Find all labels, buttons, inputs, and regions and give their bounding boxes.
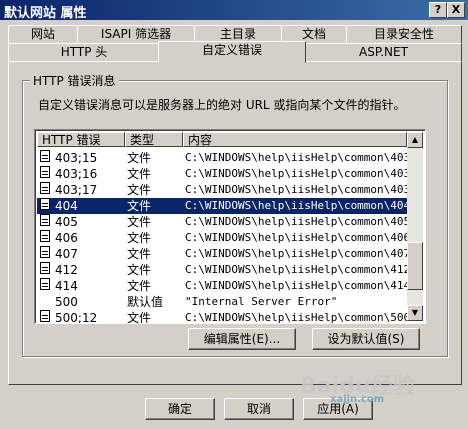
column-http-error[interactable]: HTTP 错误 <box>37 132 125 147</box>
cell-type: 文件 <box>127 167 152 181</box>
table-row[interactable]: 414 文件 C:\WINDOWS\help\iisHelp\common\414.… <box>37 278 407 294</box>
cell-content: C:\WINDOWS\help\iisHelp\common\405.ht <box>185 215 407 228</box>
cell-code: 405 <box>55 215 78 229</box>
cell-content: C:\WINDOWS\help\iisHelp\common\500-.. <box>185 311 407 324</box>
set-default-button[interactable]: 设为默认值(S) <box>312 328 420 350</box>
cell-type: 文件 <box>127 151 152 165</box>
document-icon <box>40 262 50 274</box>
scroll-thumb[interactable] <box>407 242 423 290</box>
cell-code: 403;16 <box>55 167 98 181</box>
title-bar: 默认网站 属性 ? X <box>0 0 468 21</box>
table-row[interactable]: 406 文件 C:\WINDOWS\help\iisHelp\common\406.… <box>37 230 407 246</box>
cell-code: 414 <box>55 279 78 293</box>
tab-directory-security[interactable]: 目录安全性 <box>346 25 462 45</box>
cell-type: 文件 <box>127 311 152 324</box>
cell-content: C:\WINDOWS\help\iisHelp\common\412.ht <box>185 263 407 276</box>
cell-content: C:\WINDOWS\help\iisHelp\common\403-.. <box>185 183 407 196</box>
scroll-down-icon[interactable]: ▼ <box>407 305 423 321</box>
cell-code: 406 <box>55 231 78 245</box>
cell-type: 文件 <box>127 231 152 245</box>
cell-code: 403;17 <box>55 183 98 197</box>
tab-http-headers[interactable]: HTTP 头 <box>8 43 160 63</box>
cell-content: C:\WINDOWS\help\iisHelp\common\403-.. <box>185 167 407 180</box>
tab-custom-errors[interactable]: 自定义错误 <box>158 41 306 63</box>
table-row[interactable]: 403;15 文件 C:\WINDOWS\help\iisHelp\common\4… <box>37 150 407 166</box>
cell-code: 500;12 <box>55 311 98 324</box>
cell-content: C:\WINDOWS\help\iisHelp\common\407.ht <box>185 247 407 260</box>
table-row[interactable]: 412 文件 C:\WINDOWS\help\iisHelp\common\412.… <box>37 262 407 278</box>
table-row[interactable]: 500;12 文件 C:\WINDOWS\help\iisHelp\common\5… <box>37 310 407 324</box>
column-type[interactable]: 类型 <box>125 132 183 147</box>
document-icon <box>40 150 50 162</box>
cell-type: 文件 <box>127 215 152 229</box>
cell-content: C:\WINDOWS\help\iisHelp\common\414.ht <box>185 279 407 292</box>
help-button[interactable]: ? <box>429 2 447 18</box>
document-icon <box>40 246 50 258</box>
table-row[interactable]: 404 文件 C:\WINDOWS\help\iisHelp\common\404b… <box>37 198 407 214</box>
cell-code: 500 <box>55 295 78 309</box>
cell-type: 文件 <box>127 183 152 197</box>
table-row[interactable]: 403;17 文件 C:\WINDOWS\help\iisHelp\common\4… <box>37 182 407 198</box>
document-icon <box>40 230 50 242</box>
cell-code: 412 <box>55 263 78 277</box>
close-button[interactable]: X <box>447 2 465 18</box>
tab-asp-net[interactable]: ASP.NET <box>305 43 462 63</box>
cell-type: 文件 <box>127 199 152 213</box>
table-row[interactable]: 403;16 文件 C:\WINDOWS\help\iisHelp\common\4… <box>37 166 407 182</box>
document-icon <box>40 278 50 290</box>
ok-button[interactable]: 确定 <box>145 398 215 420</box>
cell-type: 文件 <box>127 279 152 293</box>
document-icon <box>40 198 50 210</box>
cell-type: 文件 <box>127 263 152 277</box>
watermark-site: xajjn.com <box>330 394 385 405</box>
cell-type: 文件 <box>127 247 152 261</box>
cell-code: 407 <box>55 247 78 261</box>
tab-website[interactable]: 网站 <box>8 25 78 45</box>
group-label: HTTP 错误消息 <box>30 72 119 89</box>
cell-content: C:\WINDOWS\help\iisHelp\common\406.ht <box>185 231 407 244</box>
cancel-button[interactable]: 取消 <box>224 398 294 420</box>
document-icon <box>40 214 50 226</box>
cell-content: "Internal Server Error" <box>185 295 338 308</box>
group-description: 自定义错误消息可以是服务器上的绝对 URL 或指向某个文件的指针。 <box>38 98 406 112</box>
table-row[interactable]: 500 默认值 "Internal Server Error" <box>37 294 407 310</box>
document-icon <box>40 310 50 322</box>
document-icon <box>40 182 50 194</box>
cell-type: 默认值 <box>127 295 164 309</box>
cell-code: 404 <box>55 199 78 213</box>
scroll-up-icon[interactable]: ▲ <box>407 132 423 148</box>
cell-content: C:\WINDOWS\help\iisHelp\common\404b.h <box>185 199 407 212</box>
table-row[interactable]: 405 文件 C:\WINDOWS\help\iisHelp\common\405.… <box>37 214 407 230</box>
vertical-scrollbar[interactable]: ▲ ▼ <box>407 132 423 321</box>
edit-properties-button[interactable]: 编辑属性(E)... <box>188 328 296 350</box>
cell-code: 403;15 <box>55 151 98 165</box>
error-list[interactable]: HTTP 错误 类型 内容 403;15 文件 C:\WINDOWS\help\ii… <box>34 129 426 324</box>
window-title: 默认网站 属性 <box>4 6 87 21</box>
document-icon <box>40 166 50 178</box>
list-header: HTTP 错误 类型 内容 <box>37 132 407 149</box>
table-row[interactable]: 407 文件 C:\WINDOWS\help\iisHelp\common\407.… <box>37 246 407 262</box>
column-content[interactable]: 内容 <box>183 132 407 147</box>
cell-content: C:\WINDOWS\help\iisHelp\common\403-.. <box>185 151 407 164</box>
